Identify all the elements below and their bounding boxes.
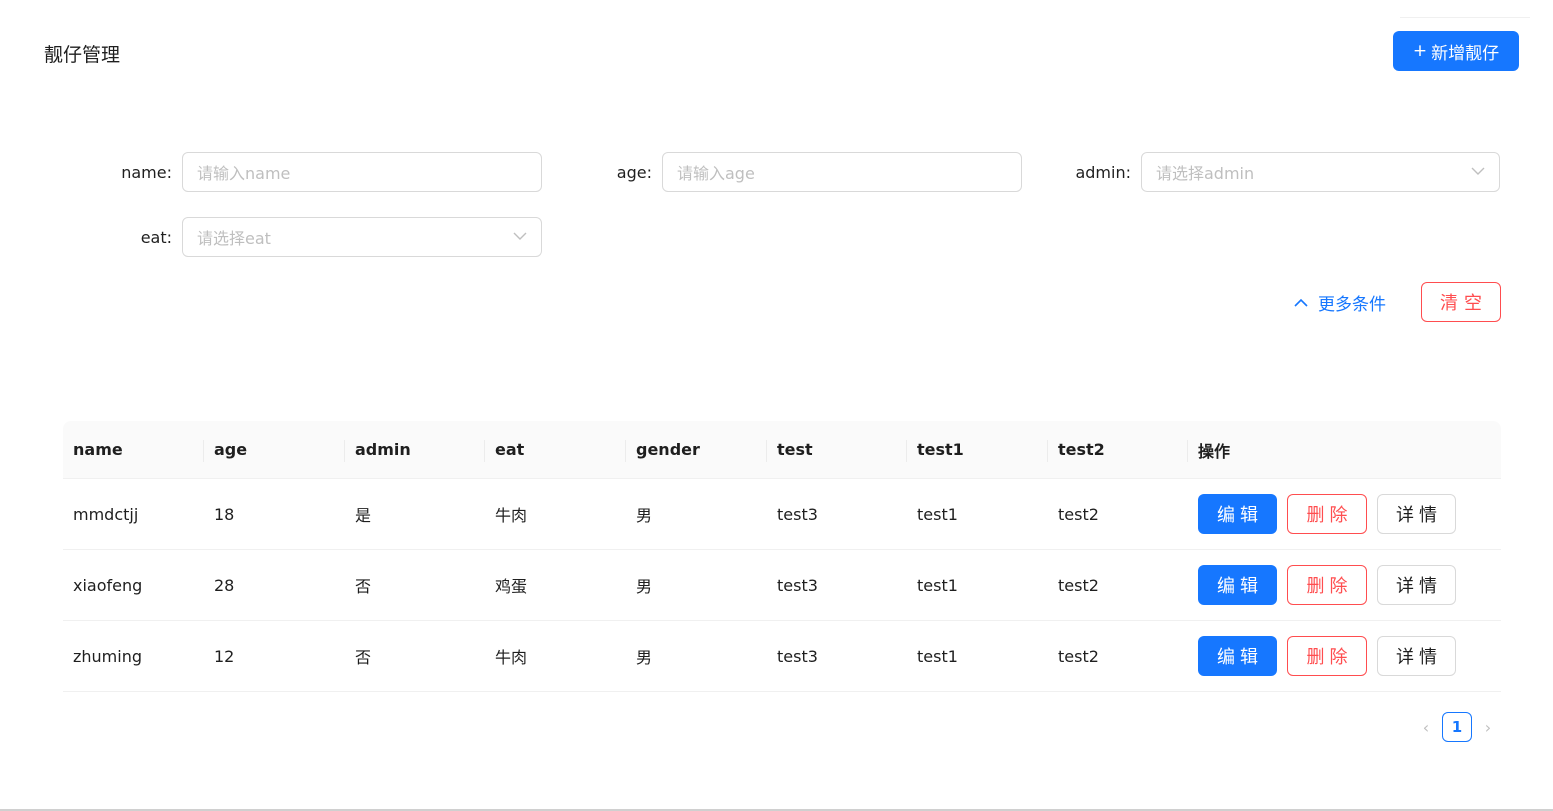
cell-test: test3	[777, 504, 818, 524]
column-header-test2: test2	[1048, 421, 1188, 479]
cell-name: mmdctjj	[73, 504, 139, 524]
column-header-gender: gender	[626, 421, 767, 479]
eat-select[interactable]: 请选择eat	[182, 217, 542, 257]
cell-age: 18	[214, 504, 235, 524]
cell-name: zhuming	[73, 646, 143, 666]
more-conditions-label: 更多条件	[1318, 295, 1386, 315]
detail-button[interactable]: 详情	[1377, 494, 1456, 534]
cell-test: test3	[777, 575, 818, 595]
row-actions: 编辑 删除 详情	[1188, 636, 1501, 676]
delete-button[interactable]: 删除	[1287, 565, 1367, 605]
cell-gender: 男	[636, 506, 653, 525]
admin-filter-label: admin:	[1075, 163, 1131, 182]
delete-button[interactable]: 删除	[1287, 494, 1367, 534]
age-filter-label: age:	[616, 163, 652, 182]
cell-eat: 鸡蛋	[495, 577, 528, 596]
eat-select-placeholder: 请选择eat	[197, 229, 271, 248]
prev-page-button[interactable]: ‹	[1418, 712, 1434, 742]
admin-select-placeholder: 请选择admin	[1156, 164, 1255, 183]
top-divider	[1400, 17, 1530, 18]
cell-test1: test1	[917, 646, 958, 666]
cell-admin: 否	[355, 577, 372, 596]
cell-eat: 牛肉	[495, 506, 528, 525]
edit-button[interactable]: 编辑	[1198, 494, 1277, 534]
table-row: mmdctjj 18 是 牛肉 男 test3 test1 test2 编辑 删…	[63, 479, 1501, 550]
age-input-placeholder: 请输入age	[677, 164, 755, 183]
pagination: ‹ 1 ›	[1418, 712, 1496, 742]
column-header-eat: eat	[485, 421, 626, 479]
age-input[interactable]: 请输入age	[662, 152, 1022, 192]
page-1-button[interactable]: 1	[1442, 712, 1472, 742]
table-row: xiaofeng 28 否 鸡蛋 男 test3 test1 test2 编辑 …	[63, 550, 1501, 621]
column-header-test: test	[767, 421, 907, 479]
cell-test2: test2	[1058, 504, 1099, 524]
page-title: 靓仔管理	[44, 44, 121, 66]
clear-button[interactable]: 清空	[1421, 282, 1501, 322]
cell-eat: 牛肉	[495, 648, 528, 667]
cell-gender: 男	[636, 648, 653, 667]
column-header-actions: 操作	[1198, 441, 1231, 461]
cell-test1: test1	[917, 575, 958, 595]
edit-button[interactable]: 编辑	[1198, 636, 1277, 676]
column-header-test1: test1	[907, 421, 1048, 479]
cell-test: test3	[777, 646, 818, 666]
next-page-button[interactable]: ›	[1480, 712, 1496, 742]
edit-button[interactable]: 编辑	[1198, 565, 1277, 605]
add-item-label: 新增靓仔	[1431, 43, 1500, 64]
cell-test2: test2	[1058, 575, 1099, 595]
eat-filter-label: eat:	[140, 228, 172, 247]
cell-test1: test1	[917, 504, 958, 524]
column-header-name: name	[63, 421, 204, 479]
admin-select[interactable]: 请选择admin	[1141, 152, 1500, 192]
column-header-admin: admin	[345, 421, 485, 479]
cell-age: 28	[214, 575, 235, 595]
cell-age: 12	[214, 646, 235, 666]
detail-button[interactable]: 详情	[1377, 565, 1456, 605]
data-table: name age admin eat gender test test1 tes…	[63, 421, 1501, 692]
delete-button[interactable]: 删除	[1287, 636, 1367, 676]
cell-admin: 是	[355, 506, 372, 525]
table-row: zhuming 12 否 牛肉 男 test3 test1 test2 编辑 删…	[63, 621, 1501, 692]
chevron-down-icon	[513, 232, 527, 240]
more-conditions-link[interactable]: 更多条件	[1294, 290, 1386, 315]
cell-gender: 男	[636, 577, 653, 596]
row-actions: 编辑 删除 详情	[1188, 565, 1501, 605]
chevron-up-icon	[1294, 298, 1308, 307]
cell-test2: test2	[1058, 646, 1099, 666]
column-header-age: age	[204, 421, 345, 479]
plus-icon: +	[1412, 41, 1428, 61]
cell-admin: 否	[355, 648, 372, 667]
add-item-button[interactable]: + 新增靓仔	[1393, 31, 1519, 71]
name-input-placeholder: 请输入name	[197, 164, 291, 183]
row-actions: 编辑 删除 详情	[1188, 494, 1501, 534]
name-filter-label: name:	[121, 163, 172, 182]
cell-name: xiaofeng	[73, 575, 143, 595]
table-header: name age admin eat gender test test1 tes…	[63, 421, 1501, 479]
chevron-down-icon	[1471, 167, 1485, 175]
name-input[interactable]: 请输入name	[182, 152, 542, 192]
detail-button[interactable]: 详情	[1377, 636, 1456, 676]
